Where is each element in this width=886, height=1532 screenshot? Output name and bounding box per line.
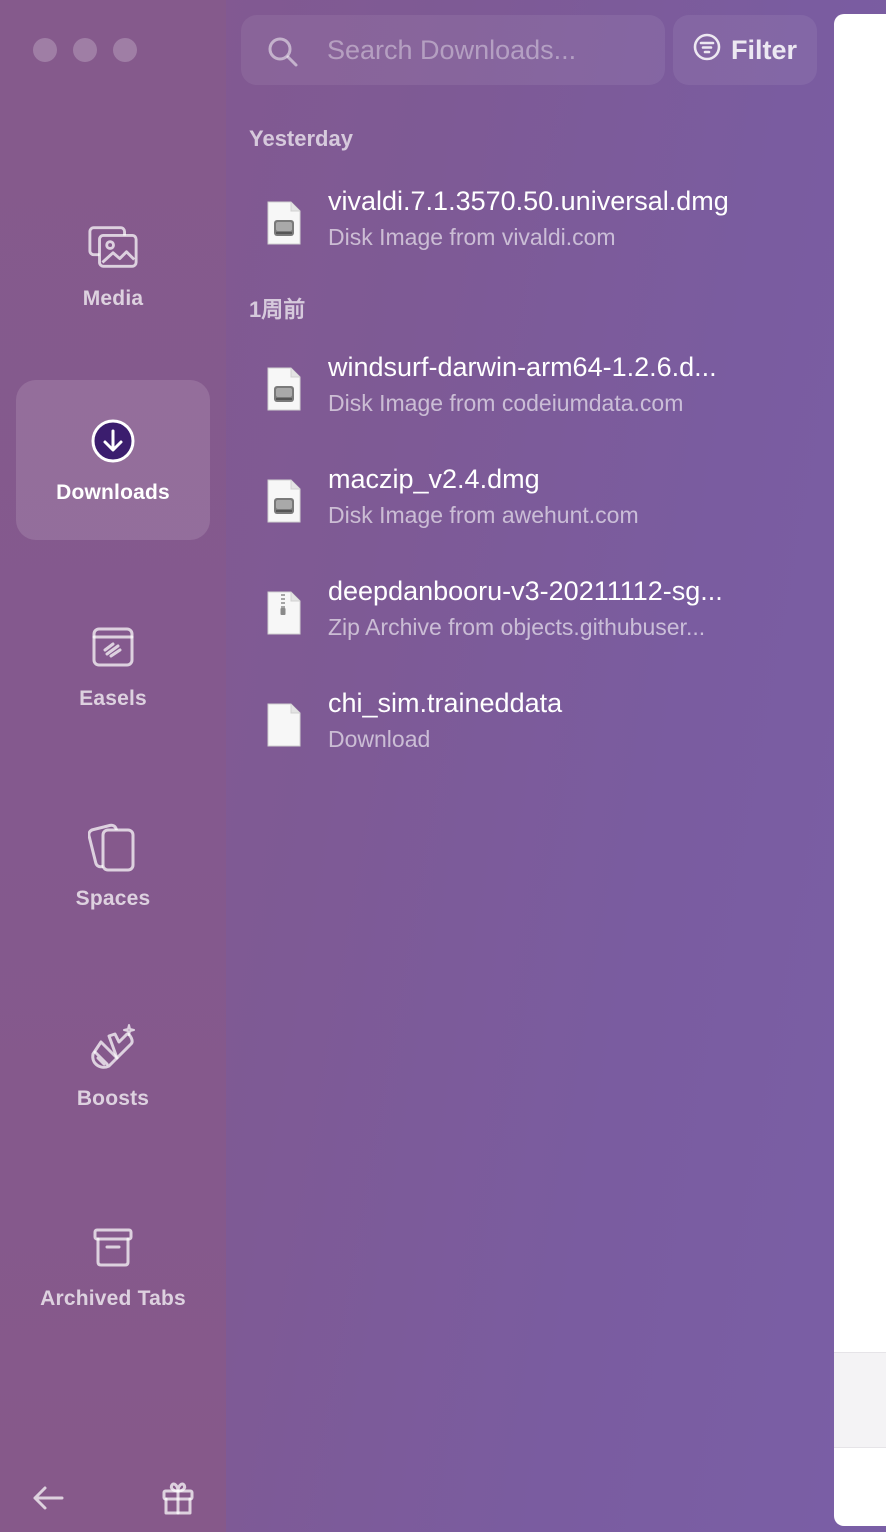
sidebar-item-easels[interactable]: Easels — [16, 586, 210, 746]
download-source: Disk Image from codeiumdata.com — [328, 390, 684, 416]
download-name: deepdanbooru-v3-20211112-sg... — [328, 576, 723, 606]
easel-icon — [87, 621, 139, 673]
sidebar-item-label: Downloads — [56, 481, 170, 504]
photo-stack-icon — [87, 221, 139, 273]
disk-image-icon — [266, 478, 302, 529]
sidebar-item-spaces[interactable]: Spaces — [16, 786, 210, 946]
sidebar-item-label: Boosts — [76, 1087, 150, 1110]
minimize-window-button[interactable] — [73, 38, 97, 62]
disk-image-icon — [266, 200, 302, 251]
download-name: windsurf-darwin-arm64-1.2.6.d... — [328, 352, 717, 382]
download-name: vivaldi.7.1.3570.50.universal.dmg — [328, 186, 729, 216]
close-window-button[interactable] — [33, 38, 57, 62]
archive-box-icon — [87, 1221, 139, 1273]
web-content-panel[interactable] — [834, 14, 886, 1526]
search-icon — [267, 36, 299, 73]
sidebar-item-downloads[interactable]: Downloads — [16, 380, 210, 540]
section-header-last-week: 1周前 — [249, 297, 306, 322]
download-name: chi_sim.traineddata — [328, 688, 563, 718]
download-item[interactable]: maczip_v2.4.dmg Disk Image from awehunt.… — [260, 464, 780, 544]
zoom-window-button[interactable] — [113, 38, 137, 62]
cards-icon — [87, 821, 139, 873]
sidebar-item-boosts[interactable]: Boosts — [16, 986, 210, 1146]
sidebar-item-label: Archived Tabs — [40, 1287, 186, 1310]
download-source: Disk Image from vivaldi.com — [328, 224, 616, 250]
download-source: Download — [328, 726, 431, 752]
download-item[interactable]: chi_sim.traineddata Download — [260, 688, 780, 768]
downloads-window: Media Downloads Easels Spaces Boosts Arc… — [0, 0, 886, 1532]
download-item[interactable]: vivaldi.7.1.3570.50.universal.dmg Disk I… — [260, 186, 780, 266]
download-name: maczip_v2.4.dmg — [328, 464, 540, 494]
paintbrush-sparkle-icon — [87, 1021, 139, 1073]
sidebar: Media Downloads Easels Spaces Boosts Arc… — [0, 0, 226, 1532]
arrow-left-icon[interactable] — [28, 1478, 68, 1518]
gift-icon[interactable] — [158, 1478, 198, 1518]
download-item[interactable]: windsurf-darwin-arm64-1.2.6.d... Disk Im… — [260, 352, 780, 432]
search-bar — [241, 15, 665, 85]
sidebar-item-media[interactable]: Media — [16, 186, 210, 346]
document-icon — [266, 702, 302, 753]
filter-label: Filter — [730, 34, 797, 65]
sidebar-item-archived-tabs[interactable]: Archived Tabs — [16, 1186, 210, 1346]
web-content-band — [834, 1352, 886, 1448]
section-header-yesterday: Yesterday — [249, 126, 353, 151]
sidebar-item-label: Easels — [79, 687, 147, 710]
sidebar-item-label: Media — [82, 287, 144, 310]
filter-button[interactable]: Filter — [673, 15, 817, 85]
filter-icon — [693, 33, 721, 68]
download-source: Disk Image from awehunt.com — [328, 502, 639, 528]
search-input[interactable] — [327, 15, 647, 85]
zip-archive-icon — [266, 590, 302, 641]
disk-image-icon — [266, 366, 302, 417]
window-controls — [33, 38, 137, 62]
sidebar-item-label: Spaces — [75, 887, 151, 910]
download-circle-icon — [87, 415, 139, 467]
download-item[interactable]: deepdanbooru-v3-20211112-sg... Zip Archi… — [260, 576, 780, 656]
download-source: Zip Archive from objects.githubuser... — [328, 614, 706, 640]
